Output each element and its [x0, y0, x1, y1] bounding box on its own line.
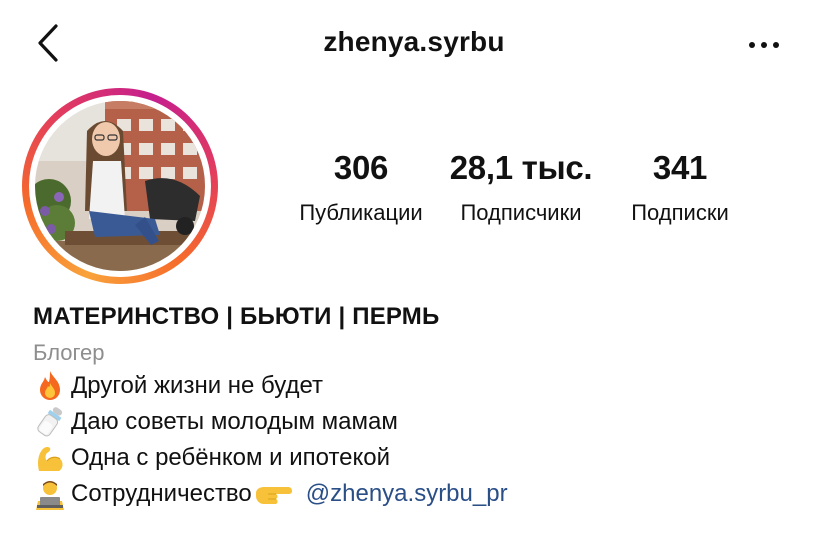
bio-line-text: Сотрудничество: [71, 480, 252, 507]
profile-header: zhenya.syrbu: [0, 0, 828, 90]
more-options-button[interactable]: [744, 30, 784, 60]
bio-line-text: Даю советы молодым мамам: [71, 408, 398, 435]
story-ring[interactable]: [22, 88, 218, 284]
stat-followers-value: 28,1 тыс.: [449, 149, 593, 186]
bio-link-username[interactable]: @zhenya.syrbu_pr: [306, 476, 508, 512]
bio-line-text: Одна с ребёнком и ипотекой: [71, 444, 391, 471]
bio-line: Другой жизни не будет: [33, 368, 813, 404]
fire-icon: [33, 369, 67, 403]
stat-following[interactable]: 341 Подписки: [602, 150, 758, 226]
stat-posts[interactable]: 306 Публикации: [283, 150, 439, 226]
profile-bio: МАТЕРИНСТВО | БЬЮТИ | ПЕРМЬ Блогер Друго…: [33, 302, 813, 512]
avatar[interactable]: [35, 101, 205, 271]
bio-line: Сотрудничество @zhenya.syrbu_pr: [33, 476, 813, 512]
stat-following-label: Подписки: [631, 200, 729, 225]
bio-category: Блогер: [33, 340, 105, 365]
bio-line: Одна с ребёнком и ипотекой: [33, 440, 813, 476]
pointing-right-icon: [254, 479, 294, 509]
bio-name: МАТЕРИНСТВО | БЬЮТИ | ПЕРМЬ: [33, 303, 440, 330]
stat-posts-label: Публикации: [299, 200, 423, 225]
stat-posts-value: 306: [333, 149, 389, 186]
stat-following-value: 341: [652, 149, 708, 186]
technologist-icon: [33, 477, 67, 511]
flexed-biceps-icon: [33, 441, 67, 475]
profile-photo: [35, 101, 205, 271]
bio-line: Даю советы молодым мамам: [33, 404, 813, 440]
profile-username: zhenya.syrbu: [323, 26, 505, 57]
stat-followers[interactable]: 28,1 тыс. Подписчики: [442, 150, 600, 226]
baby-bottle-icon: [33, 405, 67, 439]
stat-followers-label: Подписчики: [460, 200, 582, 225]
more-horizontal-icon: [749, 42, 779, 48]
bio-line-text: Другой жизни не будет: [71, 372, 324, 399]
